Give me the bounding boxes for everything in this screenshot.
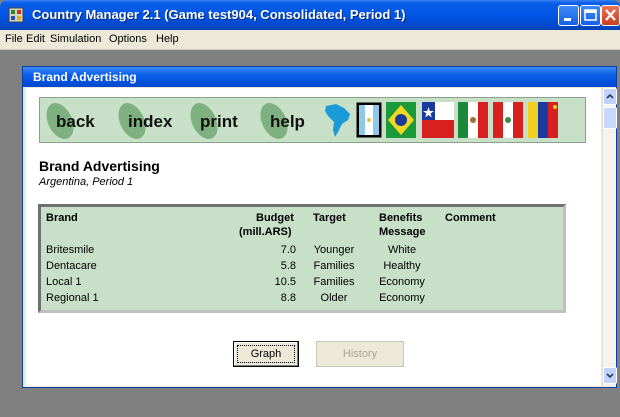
print-label: print [200,112,238,131]
chevron-up-icon [606,93,614,99]
inner-titlebar[interactable]: Brand Advertising [23,67,616,87]
report-title: Brand Advertising [39,158,160,174]
report-subtitle: Argentina, Period 1 [39,176,134,188]
minimize-button[interactable] [558,5,579,26]
menu-options[interactable]: Options [109,33,147,45]
minimize-icon [564,18,571,21]
table-row-target: Families [313,276,355,288]
venezuela-flag-icon[interactable] [528,102,558,138]
table-row-brand: Dentacare [46,260,97,272]
menu-edit[interactable]: Edit [26,33,45,45]
col-header-brand: Brand [46,212,78,224]
close-icon [605,9,616,21]
application-window: Country Manager 2.1 (Game test904, Conso… [0,0,620,417]
col-header-comment: Comment [445,212,496,224]
scroll-up-button[interactable] [603,88,617,105]
help-label: help [270,112,305,131]
peru-flag-icon[interactable] [493,102,523,138]
chevron-down-icon [606,373,614,379]
focus-indicator [237,345,295,363]
maximize-icon [584,9,597,21]
index-button[interactable]: index [114,98,184,144]
menu-simulation[interactable]: Simulation [50,33,101,45]
back-button[interactable]: back [42,98,112,144]
menu-help[interactable]: Help [156,33,179,45]
table-row-budget: 7.0 [280,244,296,256]
table-row-benefits: Economy [379,292,425,304]
col-header-budget: Budget [256,212,294,224]
brazil-flag-icon[interactable] [386,102,416,138]
table-row-brand: Britesmile [46,244,95,256]
report-content: back index print help Brand Advertising … [26,88,601,386]
table-row-target: Younger [313,244,355,256]
chile-flag-icon[interactable] [422,102,454,138]
south-america-map-icon[interactable] [322,102,352,138]
col-header-benefits: Benefits [379,212,423,224]
table-row-budget: 8.8 [280,292,296,304]
mexico-flag-icon[interactable] [458,102,488,138]
maximize-button[interactable] [580,5,601,26]
navigation-bar: back index print help [39,97,586,143]
table-row-benefits: White [387,244,417,256]
app-icon [8,7,24,23]
window-titlebar[interactable]: Country Manager 2.1 (Game test904, Conso… [0,0,620,30]
inner-window-title: Brand Advertising [33,70,137,84]
table-row-brand: Local 1 [46,276,82,288]
back-label: back [56,112,95,131]
close-button[interactable] [601,5,620,26]
vertical-scrollbar[interactable] [602,88,617,386]
graph-button[interactable]: Graph [233,341,299,367]
window-title: Country Manager 2.1 (Game test904, Conso… [32,7,406,22]
table-row-budget: 5.8 [280,260,296,272]
history-button-label: History [342,348,378,360]
scroll-down-button[interactable] [603,367,617,384]
argentina-flag-icon[interactable] [356,102,382,138]
table-row-budget: 10.5 [274,276,296,288]
table-row-brand: Regional 1 [46,292,99,304]
brand-table: Brand Budget (mill.ARS) Target Benefits … [38,204,566,313]
index-label: index [128,112,173,131]
menu-bar: File Edit Simulation Options Help [0,30,620,50]
brand-advertising-window: Brand Advertising back index print help … [22,66,617,388]
history-button[interactable]: History [316,341,404,367]
col-header-target: Target [313,212,346,224]
table-row-target: Older [320,292,348,304]
print-button[interactable]: print [186,98,256,144]
table-row-target: Families [313,260,355,272]
menu-file[interactable]: File [5,33,23,45]
table-row-benefits: Healthy [383,260,421,272]
help-button[interactable]: help [256,98,326,144]
table-row-benefits: Economy [379,276,425,288]
scroll-thumb[interactable] [603,107,617,129]
col-header-budget-unit: (mill.ARS) [239,226,292,238]
col-header-message: Message [379,226,426,238]
